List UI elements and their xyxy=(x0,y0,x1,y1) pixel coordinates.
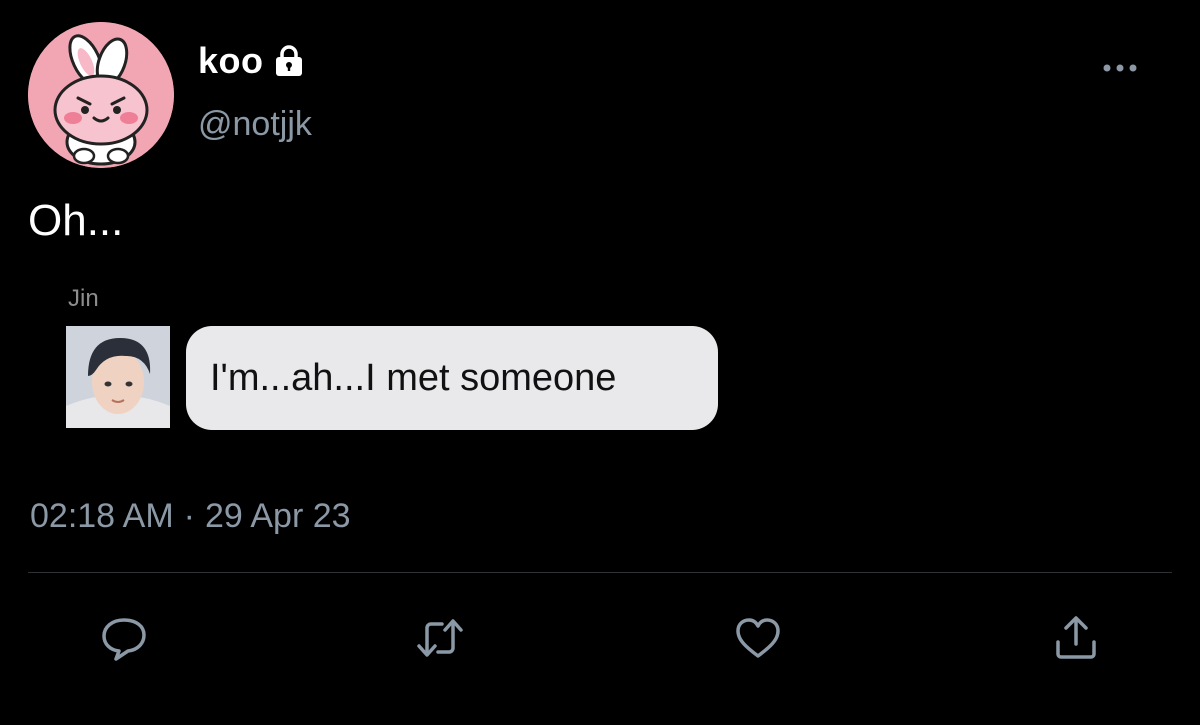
quoted-sender-photo xyxy=(66,326,170,428)
message-bubble: I'm...ah...I met someone xyxy=(186,326,718,430)
tweet-timestamp[interactable]: 02:18 AM · 29 Apr 23 xyxy=(30,497,351,536)
bunny-avatar-icon xyxy=(28,22,174,168)
divider xyxy=(28,572,1172,573)
like-icon xyxy=(736,618,780,658)
retweet-icon xyxy=(417,619,463,657)
share-button[interactable] xyxy=(1046,608,1106,668)
profile-avatar[interactable] xyxy=(28,22,174,168)
reply-button[interactable] xyxy=(94,608,154,668)
author-handle[interactable]: @notjjk xyxy=(198,105,312,144)
sender-photo-icon xyxy=(66,326,170,428)
timestamp-separator: · xyxy=(183,497,195,535)
like-button[interactable] xyxy=(728,608,788,668)
tweet-time: 02:18 AM xyxy=(30,497,174,535)
tweet-text: Oh... xyxy=(28,196,124,245)
author-display-name[interactable]: koo xyxy=(198,40,264,82)
quoted-sender-name: Jin xyxy=(68,285,99,312)
tweet-date: 29 Apr 23 xyxy=(204,497,351,535)
author-name-row: koo xyxy=(198,40,304,82)
share-icon xyxy=(1056,616,1096,659)
action-bar xyxy=(0,608,1200,672)
more-icon[interactable] xyxy=(1100,58,1140,78)
reply-icon xyxy=(102,618,146,661)
lock-icon xyxy=(275,45,302,76)
retweet-button[interactable] xyxy=(410,608,470,668)
